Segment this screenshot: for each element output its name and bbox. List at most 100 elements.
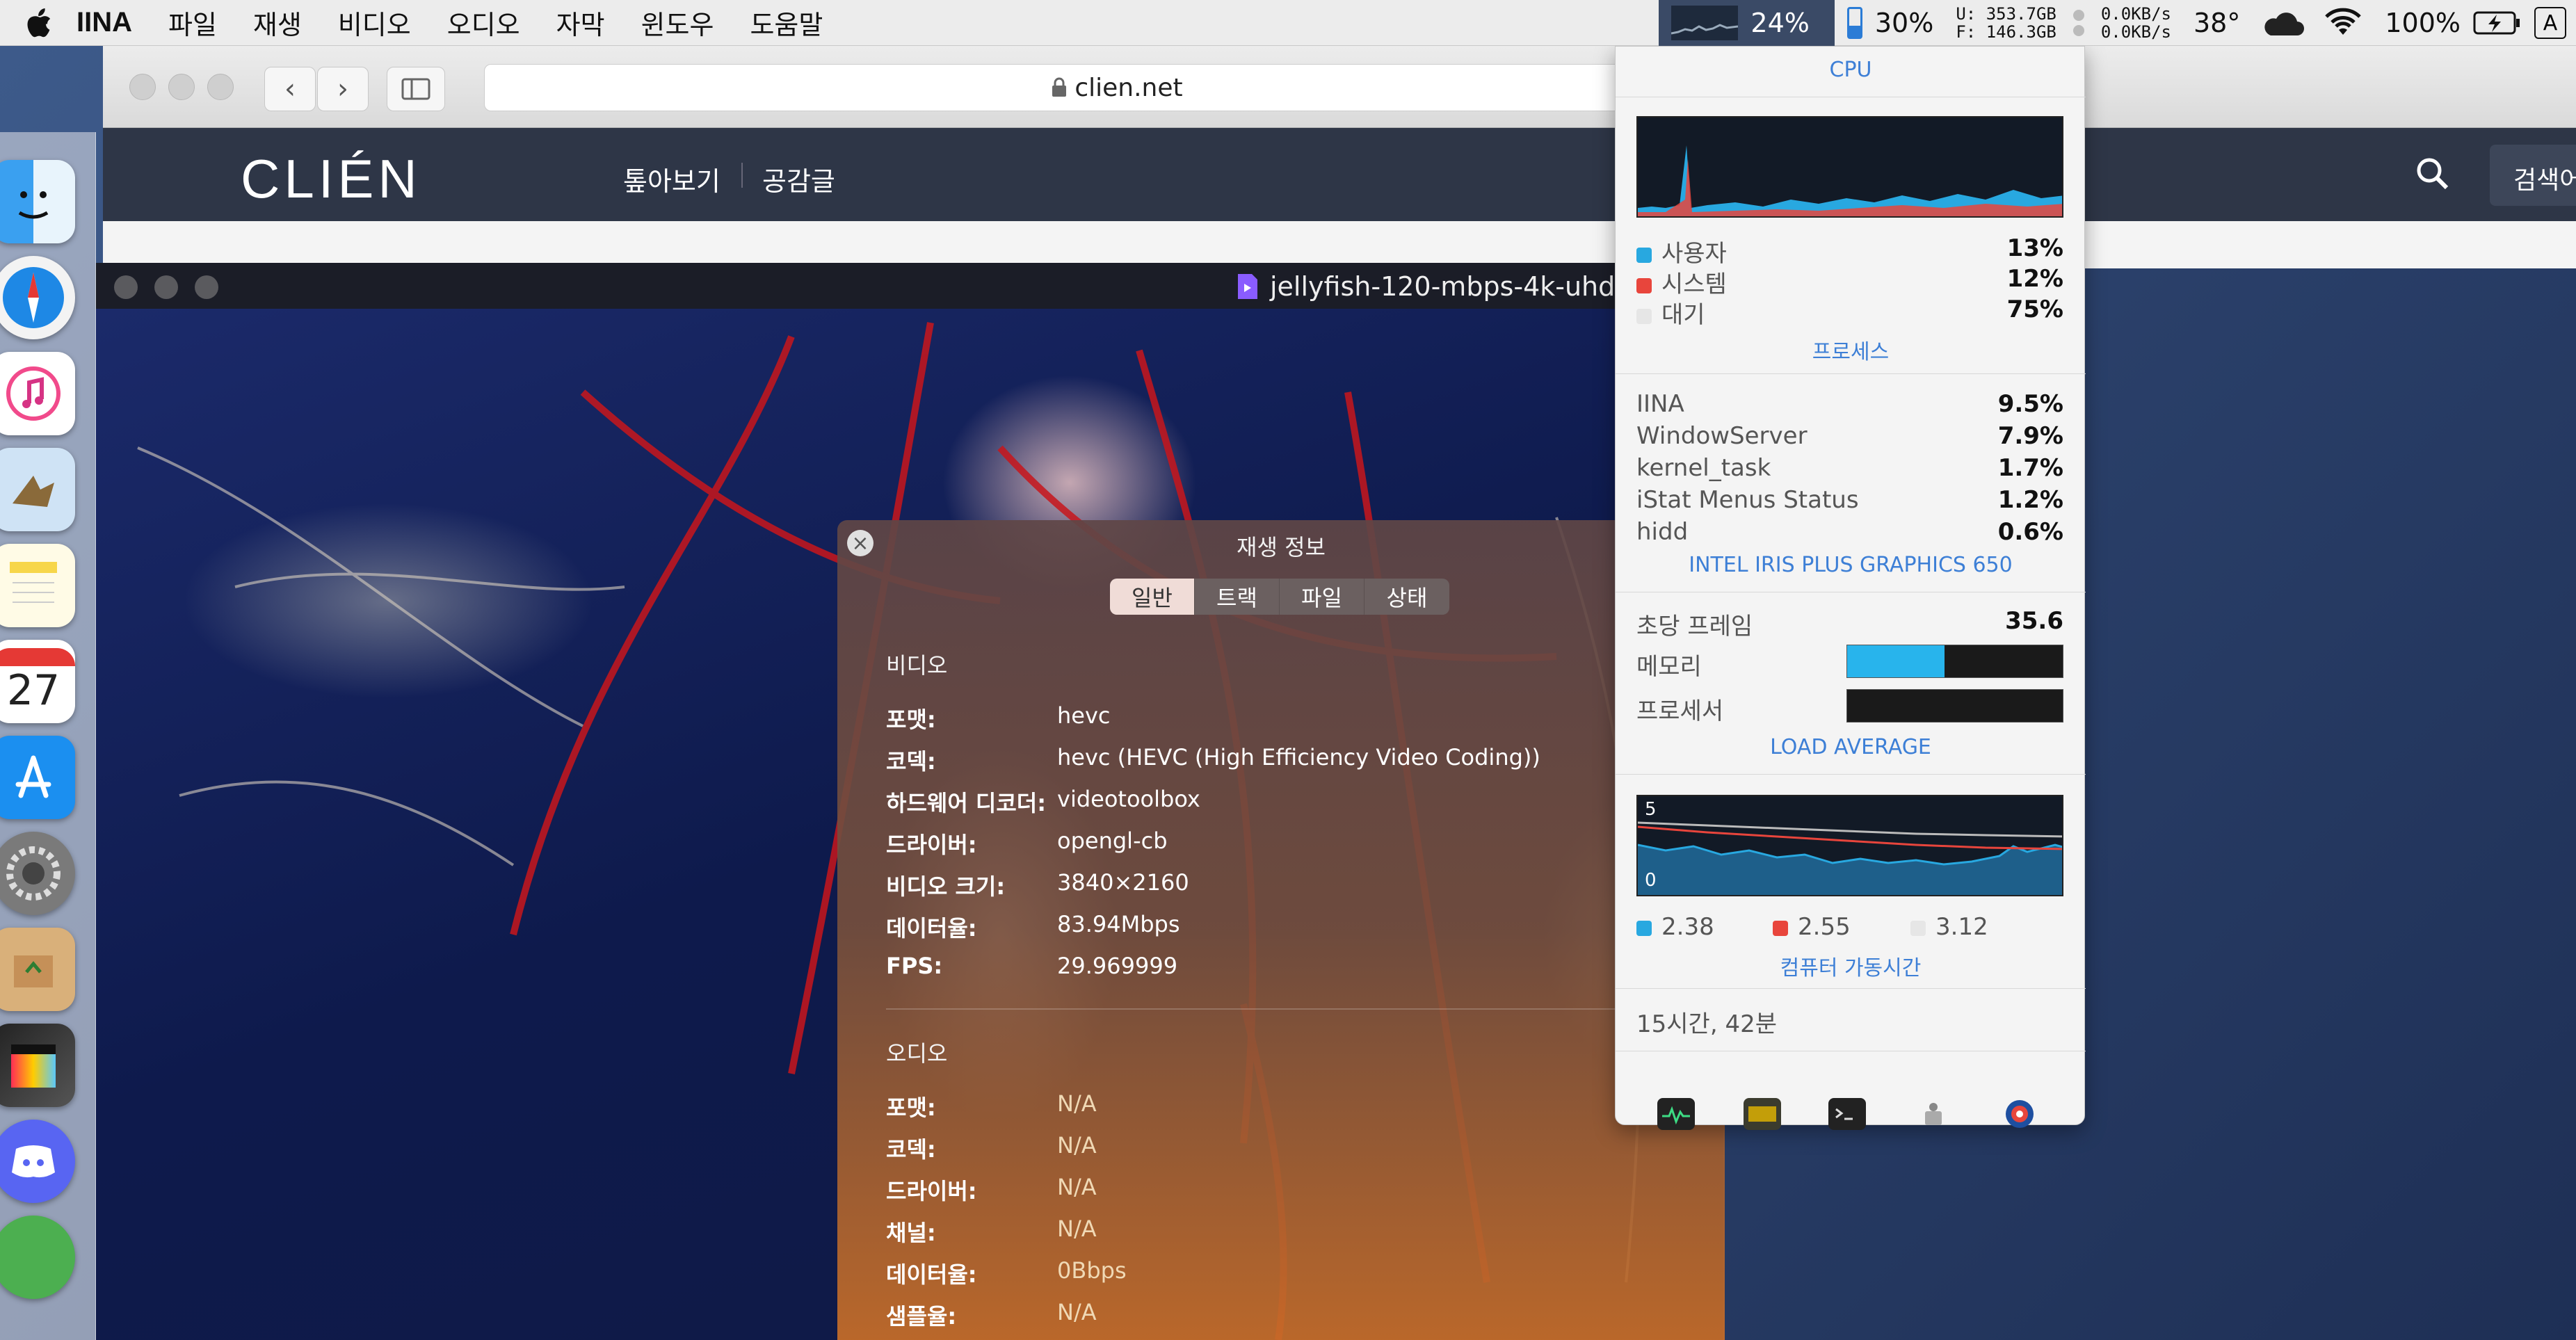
cpu-graph-icon [1671,6,1739,40]
console-icon[interactable] [1744,1098,1781,1130]
uptime-value: 15시간, 42분 [1636,1010,1777,1038]
section-divider [886,1008,1725,1010]
process-value: 1.7% [1997,454,2063,482]
safari-icon[interactable] [0,256,75,339]
menu-window[interactable]: 윈도우 [623,3,732,42]
nav-explore[interactable]: 톺아보기 [623,160,721,198]
search-field[interactable]: 검색어 [2490,145,2576,206]
app-icon-green[interactable] [0,1216,75,1299]
music-icon[interactable] [0,352,75,435]
dock: 27 [0,132,96,1340]
disk-used: U: 353.7GB [1956,4,2056,24]
wifi-icon[interactable] [2322,7,2364,39]
final-cut-pro-icon[interactable] [0,1024,75,1107]
safari-window: ‹ › clien.net CLIÉN 톺아보기 공감글 검색어 [103,46,2576,268]
video-fps-value: 29.969999 [1057,953,1178,979]
cpu-system-label: 시스템 [1636,265,1727,299]
url-text: clien.net [1074,73,1183,102]
video-size-value: 3840×2160 [1057,869,1189,896]
video-codec-label: 코덱: [886,748,936,775]
search-icon[interactable] [2415,156,2451,192]
uptime-header[interactable]: 컴퓨터 가동시간 [1616,951,2086,981]
archive-utility-icon[interactable] [0,928,75,1011]
menu-video[interactable]: 비디오 [320,3,429,42]
notes-icon[interactable] [0,544,75,627]
video-bitrate-label: 데이터율: [886,915,977,942]
temperature[interactable]: 38° [2193,8,2240,38]
discord-icon[interactable] [0,1120,75,1203]
address-bar[interactable]: clien.net [484,64,1750,111]
audio-format-value: N/A [1057,1090,1097,1117]
fps-value: 35.6 [2005,607,2063,635]
app-menu[interactable]: IINA [77,7,150,38]
clien-logo[interactable]: CLIÉN [241,147,421,211]
process-value: 9.5% [1997,390,2063,418]
calendar-icon[interactable]: 27 [0,640,75,723]
audio-samplerate-label: 샘플율: [886,1303,957,1330]
video-file-icon [1238,274,1257,299]
clien-subbar [103,221,2576,268]
disk-usage[interactable]: U: 353.7GB F: 146.3GB [1956,5,2056,41]
gpu-memory-bar [1846,645,2063,678]
search-placeholder: 검색어 [2513,166,2576,195]
audio-format-label: 포맷: [886,1095,936,1121]
forward-button[interactable]: › [317,67,369,111]
process-value: 7.9% [1997,422,2063,450]
menu-subtitle[interactable]: 자막 [538,3,623,42]
tab-file[interactable]: 파일 [1280,579,1365,615]
disk-utility-icon[interactable] [2001,1098,2038,1130]
input-source-label: A [2543,10,2558,35]
video-driver-label: 드라이버: [886,832,977,858]
sidebar-button[interactable] [387,67,445,111]
apple-menu-icon[interactable] [0,0,77,46]
cpu-history-graph [1636,116,2063,218]
chevron-right-icon: › [337,73,348,105]
menu-help[interactable]: 도움말 [732,3,841,42]
weather-cloud-icon[interactable] [2261,9,2305,37]
input-source-icon[interactable]: A [2534,7,2566,39]
close-button[interactable] [114,275,138,299]
zoom-button[interactable] [195,275,218,299]
activity-monitor-icon[interactable] [1657,1098,1695,1130]
minimize-button[interactable] [168,74,195,100]
gpu-processor-label: 프로세서 [1636,697,1724,725]
battery-percent[interactable]: 100% [2385,8,2461,38]
hw-decoder-value: videotoolbox [1057,786,1200,812]
video-bitrate-value: 83.94Mbps [1057,911,1180,937]
back-button[interactable]: ‹ [264,67,316,111]
chevron-left-icon: ‹ [284,73,296,105]
system-preferences-icon[interactable] [0,832,75,915]
cpu-idle-text: 대기 [1661,301,1705,329]
close-button[interactable] [129,74,156,100]
system-info-icon[interactable] [1915,1098,1952,1130]
tab-general[interactable]: 일반 [1110,579,1195,615]
tab-tracks[interactable]: 트랙 [1195,579,1280,615]
zoom-button[interactable] [207,74,234,100]
audio-samplerate-value: N/A [1057,1299,1097,1325]
net-download: 0.0KB/s [2100,22,2171,42]
preview-icon[interactable] [0,448,75,531]
fps-label: 초당 프레임 [1636,613,1753,640]
menu-playback[interactable]: 재생 [235,3,320,42]
finder-icon[interactable] [0,160,75,243]
gpu-header[interactable]: INTEL IRIS PLUS GRAPHICS 650 [1616,553,2086,577]
battery-charging-icon[interactable] [2473,10,2522,35]
terminal-icon[interactable] [1828,1098,1866,1130]
nav-recommended[interactable]: 공감글 [762,160,835,198]
menu-audio[interactable]: 오디오 [429,3,538,42]
load-graph-min: 0 [1645,870,1657,891]
istat-cpu-menu[interactable]: 24% [1659,0,1835,46]
minimize-button[interactable] [154,275,178,299]
app-store-icon[interactable] [0,736,75,819]
load-average-header[interactable]: LOAD AVERAGE [1616,735,2086,759]
menu-file[interactable]: 파일 [150,3,235,42]
tab-status[interactable]: 상태 [1365,579,1449,615]
info-tabs: 일반 트랙 파일 상태 [1110,579,1449,615]
window-title: jellyfish-120-mbps-4k-uhd [1237,271,1615,302]
process-header[interactable]: 프로세스 [1616,334,2086,365]
clien-header: CLIÉN 톺아보기 공감글 검색어 [103,128,2576,221]
memory-percent[interactable]: 30% [1875,8,1933,38]
cpu-user-value: 13% [2006,234,2063,262]
separator [1616,988,2086,989]
network-speed[interactable]: 0.0KB/s 0.0KB/s [2101,5,2171,41]
